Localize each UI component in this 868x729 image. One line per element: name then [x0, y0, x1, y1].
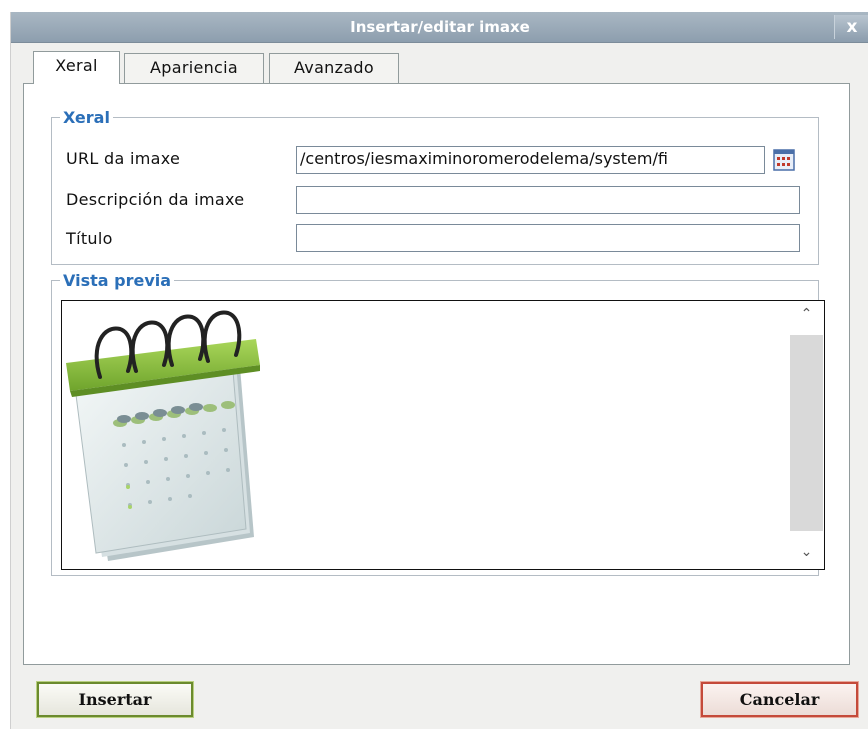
scroll-track[interactable] — [790, 335, 823, 531]
insert-button[interactable]: Insertar — [36, 681, 194, 718]
tab-xeral-label: Xeral — [55, 56, 98, 75]
tab-avanzado-label: Avanzado — [294, 58, 374, 77]
url-label: URL da imaxe — [66, 149, 181, 168]
insert-button-label: Insertar — [78, 690, 152, 709]
close-button[interactable]: x — [834, 15, 868, 39]
scroll-up-icon[interactable]: ⌃ — [790, 301, 823, 327]
general-legend: Xeral — [63, 108, 110, 127]
close-icon: x — [846, 17, 858, 37]
cancel-button-label: Cancelar — [739, 690, 820, 709]
browse-icon[interactable] — [773, 149, 795, 171]
description-label: Descripción da imaxe — [66, 190, 245, 209]
preview-scrollbar[interactable]: ⌃ ⌄ — [790, 301, 823, 569]
scroll-down-icon[interactable]: ⌄ — [790, 539, 823, 565]
cancel-button[interactable]: Cancelar — [700, 681, 859, 718]
tab-xeral[interactable]: Xeral — [33, 51, 120, 84]
preview-legend: Vista previa — [63, 271, 172, 290]
tab-apariencia[interactable]: Apariencia — [124, 53, 264, 83]
tab-apariencia-label: Apariencia — [150, 58, 238, 77]
preview-area[interactable]: ⌃ ⌄ — [61, 300, 825, 570]
title-field[interactable] — [296, 224, 800, 252]
calendar-icon — [66, 310, 260, 561]
description-field[interactable] — [296, 186, 800, 214]
tab-avanzado[interactable]: Avanzado — [269, 53, 399, 83]
url-field[interactable]: /centros/iesmaximinoromerodelema/system/… — [296, 146, 765, 174]
title-bar[interactable]: Insertar/editar imaxe x — [11, 12, 868, 43]
title-label: Título — [66, 229, 113, 248]
dialog-title: Insertar/editar imaxe — [350, 18, 530, 36]
